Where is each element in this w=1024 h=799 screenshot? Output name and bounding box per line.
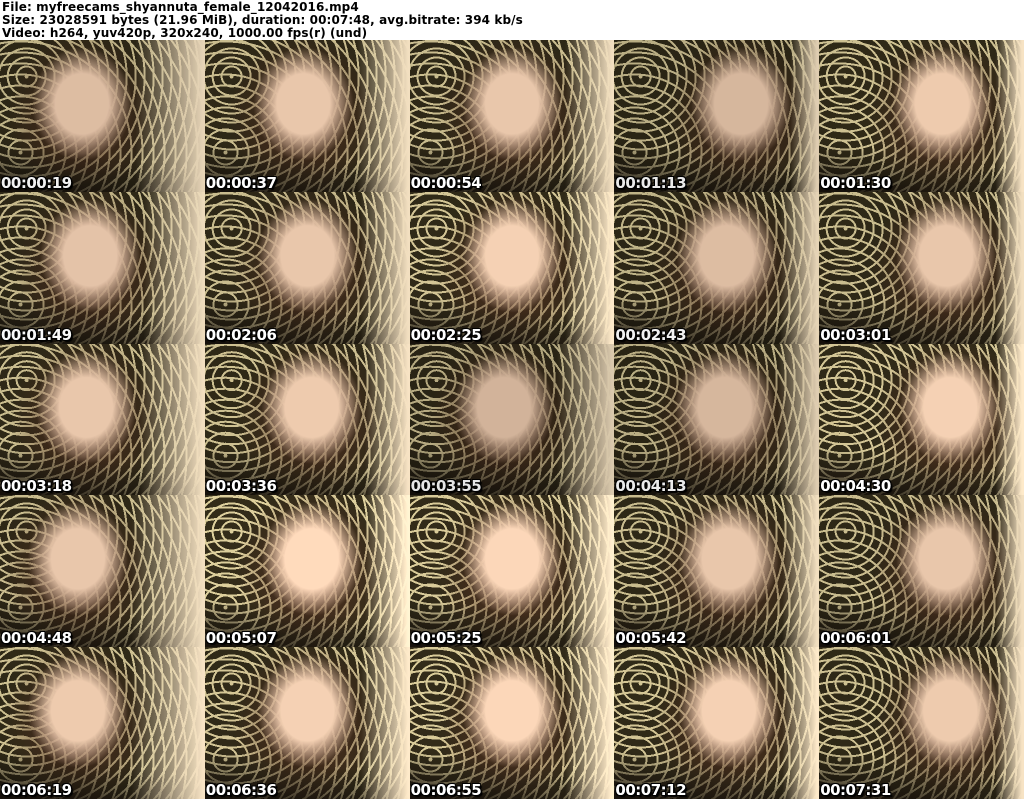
timestamp-label: 00:03:01 <box>820 325 891 344</box>
thumbnail-frame: 00:04:30 <box>819 343 1024 496</box>
metadata-header: File: myfreecams_shyannuta_female_120420… <box>0 0 1024 40</box>
thumbnail-frame: 00:06:19 <box>0 647 205 799</box>
timestamp-label: 00:01:13 <box>615 173 687 192</box>
timestamp-label: 00:06:19 <box>1 781 72 799</box>
thumbnail-frame: 00:04:13 <box>614 343 820 496</box>
timestamp-label: 00:06:36 <box>205 781 277 799</box>
thumbnail-frame: 00:03:01 <box>819 191 1024 344</box>
thumbnail-frame: 00:06:55 <box>409 647 615 799</box>
thumbnail-frame: 00:00:19 <box>0 40 205 192</box>
timestamp-label: 00:07:31 <box>820 781 891 799</box>
thumbnail-frame: 00:00:54 <box>409 40 615 192</box>
thumbnail-frame: 00:05:42 <box>614 495 820 648</box>
timestamp-label: 00:05:25 <box>410 629 482 648</box>
timestamp-label: 00:03:55 <box>410 477 482 496</box>
timestamp-label: 00:00:37 <box>205 173 277 192</box>
thumbnail-frame: 00:02:25 <box>409 191 615 344</box>
thumbnail-frame: 00:07:31 <box>819 647 1024 799</box>
thumbnail-frame: 00:03:36 <box>204 343 410 496</box>
video-info-line: Video: h264, yuv420p, 320x240, 1000.00 f… <box>2 26 368 40</box>
timestamp-label: 00:00:54 <box>410 173 482 192</box>
timestamp-label: 00:05:42 <box>615 629 687 648</box>
timestamp-label: 00:04:30 <box>820 477 891 496</box>
timestamp-label: 00:03:18 <box>1 477 72 496</box>
timestamp-label: 00:02:06 <box>205 325 277 344</box>
thumbnail-frame: 00:03:18 <box>0 343 205 496</box>
thumbnail-frame: 00:05:07 <box>204 495 410 648</box>
timestamp-label: 00:00:19 <box>1 173 72 192</box>
timestamp-label: 00:02:25 <box>410 325 482 344</box>
thumbnail-frame: 00:02:06 <box>204 191 410 344</box>
thumbnail-frame: 00:07:12 <box>614 647 820 799</box>
timestamp-label: 00:03:36 <box>205 477 277 496</box>
timestamp-label: 00:04:48 <box>1 629 72 648</box>
timestamp-label: 00:01:49 <box>1 325 72 344</box>
timestamp-label: 00:06:01 <box>820 629 891 648</box>
thumbnail-grid: 00:00:19 00:00:37 00:00:54 00:01:13 00:0… <box>0 40 1024 799</box>
thumbnail-frame: 00:03:55 <box>409 343 615 496</box>
thumbnail-frame: 00:04:48 <box>0 495 205 648</box>
timestamp-label: 00:07:12 <box>615 781 687 799</box>
timestamp-label: 00:01:30 <box>820 173 891 192</box>
thumbnail-frame: 00:01:49 <box>0 191 205 344</box>
thumbnail-frame: 00:05:25 <box>409 495 615 648</box>
timestamp-label: 00:05:07 <box>205 629 277 648</box>
thumbnail-frame: 00:00:37 <box>204 40 410 192</box>
thumbnail-frame: 00:06:01 <box>819 495 1024 648</box>
thumbnail-frame: 00:06:36 <box>204 647 410 799</box>
thumbnail-frame: 00:01:30 <box>819 40 1024 192</box>
thumbnail-frame: 00:01:13 <box>614 40 820 192</box>
timestamp-label: 00:04:13 <box>615 477 687 496</box>
timestamp-label: 00:06:55 <box>410 781 482 799</box>
thumbnail-frame: 00:02:43 <box>614 191 820 344</box>
timestamp-label: 00:02:43 <box>615 325 687 344</box>
